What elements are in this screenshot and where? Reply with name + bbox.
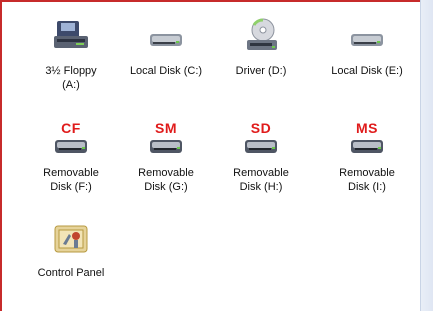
drive-item-f[interactable]: CF Removable Disk (F:)	[22, 120, 120, 194]
control-panel-label: Control Panel	[37, 267, 105, 279]
hard-disk-icon	[150, 34, 182, 46]
removable-disk-icon	[351, 140, 383, 153]
control-panel-item[interactable]: Control Panel	[22, 220, 120, 280]
drive-label: Removable Disk (G:)	[138, 167, 194, 193]
drive-item-a[interactable]: 3½ Floppy (A:)	[22, 18, 120, 92]
drive-label: Local Disk (E:)	[331, 65, 403, 77]
floppy-drive-icon	[54, 21, 88, 48]
vertical-scrollbar[interactable]	[420, 0, 433, 311]
drive-item-e[interactable]: Local Disk (E:)	[318, 18, 416, 78]
window-left-border	[0, 0, 2, 311]
removable-disk-icon	[150, 140, 182, 153]
drive-label: Removable Disk (I:)	[339, 167, 395, 193]
drive-item-d[interactable]: Driver (D:)	[212, 18, 310, 78]
drive-label: 3½ Floppy (A:)	[45, 65, 97, 91]
drive-item-h[interactable]: SD Removable Disk (H:)	[212, 120, 310, 194]
drive-label: Removable Disk (H:)	[233, 167, 289, 193]
control-panel-icon	[54, 225, 88, 253]
drive-label: Local Disk (C:)	[129, 65, 203, 77]
cd-drive-icon	[247, 18, 277, 50]
drive-label: Removable Disk (F:)	[43, 167, 99, 193]
drive-label: Driver (D:)	[235, 65, 287, 77]
window-top-border	[0, 0, 433, 2]
hard-disk-icon	[351, 34, 383, 46]
removable-disk-icon	[245, 140, 277, 153]
drive-item-c[interactable]: Local Disk (C:)	[117, 18, 215, 78]
drive-item-g[interactable]: SM Removable Disk (G:)	[117, 120, 215, 194]
drive-item-i[interactable]: MS Removable Disk (I:)	[318, 120, 416, 194]
removable-disk-icon	[55, 140, 87, 153]
